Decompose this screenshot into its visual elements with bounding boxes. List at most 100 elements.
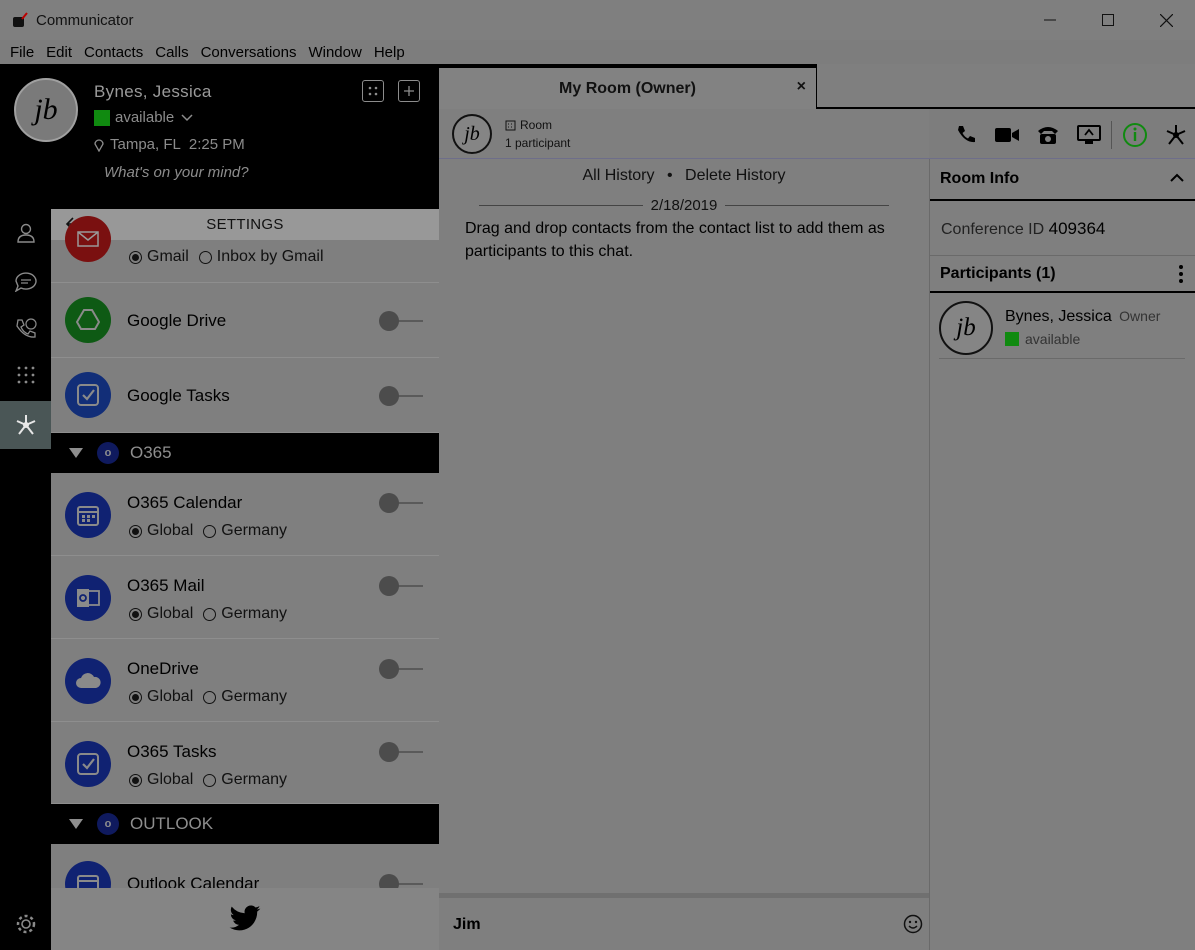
nav-conversations[interactable] xyxy=(0,257,51,305)
add-button[interactable] xyxy=(398,80,420,102)
onedrive-row: OneDrive Global Germany xyxy=(51,639,439,722)
location-text: Tampa, FL xyxy=(110,136,181,153)
emoji-icon[interactable] xyxy=(903,914,923,934)
conference-id-line: Conference ID 409364 xyxy=(941,219,1105,239)
google-drive-toggle[interactable] xyxy=(379,311,425,331)
radio-selected-icon xyxy=(129,773,142,787)
mood-input[interactable]: What's on your mind? xyxy=(104,164,249,181)
menu-calls[interactable]: Calls xyxy=(149,44,194,61)
global-radio[interactable]: Global xyxy=(129,605,193,623)
minimize-icon xyxy=(1044,19,1056,21)
o365-mail-toggle[interactable] xyxy=(379,576,425,596)
participant-avatar: jb xyxy=(939,301,993,355)
radio-selected-icon xyxy=(129,690,142,704)
conference-id-value: 409364 xyxy=(1048,219,1106,238)
menu-file[interactable]: File xyxy=(4,44,40,61)
nav-dialpad[interactable] xyxy=(0,353,51,401)
germany-label: Germany xyxy=(221,771,288,788)
conference-id-label: Conference ID xyxy=(941,221,1045,238)
global-radio[interactable]: Global xyxy=(129,688,193,706)
video-call-button[interactable] xyxy=(986,121,1027,149)
dialpad-button[interactable] xyxy=(362,80,384,102)
twitter-icon[interactable] xyxy=(228,905,262,933)
nav-integrations[interactable] xyxy=(0,401,65,449)
screen-share-button[interactable] xyxy=(1068,121,1109,149)
status-text: available xyxy=(115,109,175,126)
germany-radio[interactable]: Germany xyxy=(203,522,287,540)
germany-radio[interactable]: Germany xyxy=(203,605,287,623)
participant-status: available xyxy=(1005,331,1080,347)
radio-unselected-icon xyxy=(203,524,217,538)
nav-contacts[interactable] xyxy=(0,209,51,257)
participant-name-line: Bynes, Jessica Owner xyxy=(1005,308,1160,326)
message-composer[interactable]: Jim xyxy=(439,893,929,950)
nav-rail xyxy=(0,209,65,950)
maximize-button[interactable] xyxy=(1079,0,1137,40)
germany-radio[interactable]: Germany xyxy=(203,771,287,789)
minimize-button[interactable] xyxy=(1021,0,1079,40)
room-info-header[interactable]: Room Info xyxy=(930,159,1195,201)
tasks-icon xyxy=(65,741,111,787)
call-history-icon xyxy=(15,318,37,338)
room-info-button[interactable] xyxy=(1114,121,1155,149)
menu-contacts[interactable]: Contacts xyxy=(78,44,149,61)
inbox-radio[interactable]: Inbox by Gmail xyxy=(198,248,324,266)
dialpad-icon xyxy=(368,86,378,96)
chevron-up-icon[interactable] xyxy=(1170,173,1184,183)
date-label: 2/18/2019 xyxy=(650,196,718,214)
participant-count: 1 participant xyxy=(505,136,571,150)
gmail-options: Gmail Inbox by Gmail xyxy=(129,248,334,266)
menu-conversations[interactable]: Conversations xyxy=(195,44,303,61)
all-history-link[interactable]: All History xyxy=(582,167,654,184)
nav-calls[interactable] xyxy=(0,305,51,353)
tab-my-room[interactable]: My Room (Owner) × xyxy=(439,64,817,109)
composer-input[interactable]: Jim xyxy=(453,916,481,934)
global-radio[interactable]: Global xyxy=(129,522,193,540)
germany-label: Germany xyxy=(221,522,288,539)
voice-call-button[interactable] xyxy=(945,121,986,149)
participants-header: Participants (1) xyxy=(930,255,1195,293)
room-info-title: Room Info xyxy=(940,170,1020,187)
room-label: Room xyxy=(520,118,553,132)
menu-help[interactable]: Help xyxy=(368,44,411,61)
settings-button[interactable] xyxy=(0,912,51,936)
google-drive-row: Google Drive xyxy=(51,283,439,358)
o365-calendar-toggle[interactable] xyxy=(379,493,425,513)
google-tasks-toggle[interactable] xyxy=(379,386,425,406)
o365-mail-label: O365 Mail xyxy=(127,576,205,595)
participant-status-text: available xyxy=(1025,331,1081,347)
outlook-group-header[interactable]: o OUTLOOK xyxy=(51,804,439,844)
desk-phone-button[interactable] xyxy=(1027,121,1068,149)
google-tasks-label: Google Tasks xyxy=(127,386,230,405)
video-camera-icon xyxy=(994,128,1019,142)
tab-close-icon[interactable]: × xyxy=(797,78,806,96)
delete-history-link[interactable]: Delete History xyxy=(685,167,785,184)
avatar[interactable]: jb xyxy=(14,78,78,142)
gmail-radio[interactable]: Gmail xyxy=(129,248,189,266)
participant-item[interactable]: jb Bynes, Jessica Owner available xyxy=(939,299,1185,359)
menu-window[interactable]: Window xyxy=(302,44,367,61)
integrations-icon xyxy=(16,415,35,435)
close-window-button[interactable] xyxy=(1137,0,1195,40)
tab-bar: My Room (Owner) × xyxy=(439,64,1195,109)
radio-unselected-icon xyxy=(203,607,217,621)
location-line: Tampa, FL 2:25 PM xyxy=(94,136,245,153)
radio-unselected-icon xyxy=(198,250,212,264)
germany-radio[interactable]: Germany xyxy=(203,688,287,706)
chat-pane: My Room (Owner) × jb Room 1 participant xyxy=(439,64,1195,950)
office-icon: o xyxy=(97,813,119,835)
menu-edit[interactable]: Edit xyxy=(40,44,78,61)
cloud-icon xyxy=(65,658,111,704)
inbox-option-label: Inbox by Gmail xyxy=(216,248,324,265)
dialpad-icon xyxy=(17,366,34,384)
o365-tasks-toggle[interactable] xyxy=(379,742,425,762)
o365-group-header[interactable]: o O365 xyxy=(51,433,439,473)
status-indicator xyxy=(94,109,110,126)
onedrive-toggle[interactable] xyxy=(379,659,425,679)
global-radio[interactable]: Global xyxy=(129,771,193,789)
more-vertical-icon[interactable] xyxy=(1178,264,1184,284)
menu-bar: File Edit Contacts Calls Conversations W… xyxy=(0,40,1195,64)
status-selector[interactable]: available xyxy=(94,109,194,126)
global-label: Global xyxy=(147,688,194,705)
integrations-button[interactable] xyxy=(1155,121,1195,149)
